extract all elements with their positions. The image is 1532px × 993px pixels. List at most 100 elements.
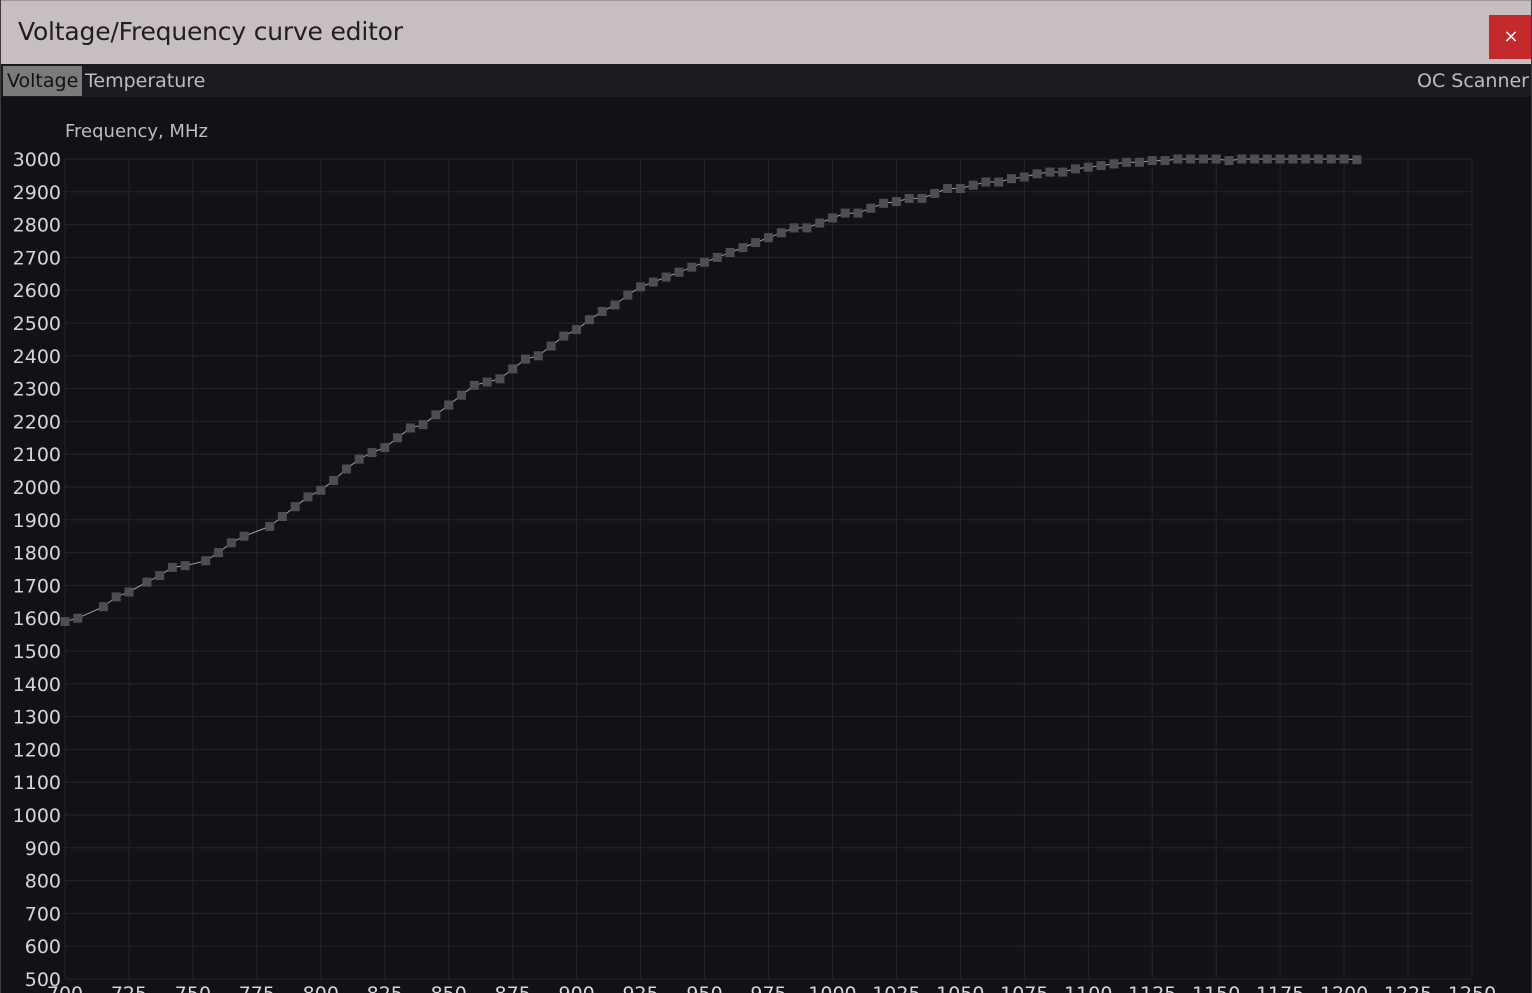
curve-point[interactable] bbox=[1109, 159, 1119, 169]
curve-point[interactable] bbox=[167, 562, 177, 572]
curve-point[interactable] bbox=[341, 464, 351, 474]
curve-point[interactable] bbox=[290, 502, 300, 512]
curve-point[interactable] bbox=[60, 617, 70, 626]
curve-point[interactable] bbox=[354, 454, 364, 464]
curve-point[interactable] bbox=[111, 592, 121, 602]
curve-point[interactable] bbox=[1326, 154, 1336, 164]
curve-point[interactable] bbox=[469, 380, 479, 390]
curve-point[interactable] bbox=[764, 233, 773, 243]
curve-point[interactable] bbox=[1032, 169, 1042, 179]
curve-point[interactable] bbox=[444, 400, 454, 410]
curve-point[interactable] bbox=[648, 277, 658, 287]
tab-voltage[interactable]: Voltage bbox=[3, 66, 83, 96]
curve-point[interactable] bbox=[1339, 154, 1349, 164]
curve-point[interactable] bbox=[968, 180, 978, 190]
curve-point[interactable] bbox=[712, 252, 722, 262]
curve-point[interactable] bbox=[636, 282, 646, 292]
curve-point[interactable] bbox=[380, 443, 390, 453]
curve-point[interactable] bbox=[214, 548, 223, 558]
curve-point[interactable] bbox=[661, 272, 671, 282]
tab-oc-scanner[interactable]: OC Scanner bbox=[1413, 66, 1531, 96]
curve-point[interactable] bbox=[1314, 154, 1323, 164]
curve-point[interactable] bbox=[994, 177, 1004, 187]
curve-point[interactable] bbox=[431, 410, 441, 420]
curve-point[interactable] bbox=[1275, 154, 1285, 164]
curve-point[interactable] bbox=[521, 354, 530, 364]
curve-point[interactable] bbox=[751, 238, 761, 248]
curve-point[interactable] bbox=[943, 184, 953, 193]
curve-point[interactable] bbox=[955, 184, 965, 193]
curve-point[interactable] bbox=[329, 475, 339, 485]
curve-point[interactable] bbox=[1173, 154, 1183, 164]
curve-point[interactable] bbox=[508, 364, 518, 374]
curve-point[interactable] bbox=[840, 208, 850, 218]
curve-point[interactable] bbox=[776, 228, 786, 238]
curve-point[interactable] bbox=[201, 556, 211, 566]
curve-point[interactable] bbox=[418, 420, 428, 430]
curve-point[interactable] bbox=[405, 423, 415, 433]
curve-point[interactable] bbox=[124, 587, 134, 597]
curve-point[interactable] bbox=[584, 315, 594, 325]
curve-point[interactable] bbox=[815, 218, 825, 228]
curve-point[interactable] bbox=[1071, 164, 1080, 174]
curve-point[interactable] bbox=[828, 213, 837, 223]
curve-point[interactable] bbox=[1301, 154, 1311, 164]
curve-point[interactable] bbox=[1096, 161, 1106, 171]
tab-temperature[interactable]: Temperature bbox=[81, 66, 209, 96]
curve-point[interactable] bbox=[674, 267, 684, 277]
curve-point[interactable] bbox=[1019, 172, 1029, 182]
curve-point[interactable] bbox=[1122, 157, 1132, 167]
curve-point[interactable] bbox=[1211, 154, 1221, 164]
curve-point[interactable] bbox=[1198, 154, 1208, 164]
curve-point[interactable] bbox=[623, 290, 633, 300]
curve-point[interactable] bbox=[610, 300, 620, 310]
curve-point[interactable] bbox=[367, 448, 377, 458]
curve-point[interactable] bbox=[1083, 162, 1093, 172]
vf-curve-chart[interactable]: 5006007008009001000110012001300140015001… bbox=[1, 97, 1532, 993]
curve-point[interactable] bbox=[1186, 154, 1196, 164]
curve-point[interactable] bbox=[559, 331, 569, 341]
curve-point[interactable] bbox=[1224, 156, 1234, 166]
curve-point[interactable] bbox=[738, 243, 748, 253]
curve-point[interactable] bbox=[700, 257, 709, 267]
curve-point[interactable] bbox=[1160, 156, 1170, 166]
curve-point[interactable] bbox=[853, 208, 863, 218]
curve-point[interactable] bbox=[1134, 157, 1144, 167]
curve-point[interactable] bbox=[155, 571, 165, 581]
curve-point[interactable] bbox=[572, 325, 582, 335]
curve-point[interactable] bbox=[277, 512, 287, 521]
curve-point[interactable] bbox=[981, 177, 991, 187]
title-bar[interactable]: Voltage/Frequency curve editor × bbox=[1, 0, 1531, 64]
curve-point[interactable] bbox=[1007, 174, 1016, 184]
curve-point[interactable] bbox=[1352, 155, 1362, 165]
curve-point[interactable] bbox=[687, 262, 697, 272]
curve-point[interactable] bbox=[265, 521, 275, 531]
curve-point[interactable] bbox=[930, 188, 940, 198]
curve-point[interactable] bbox=[802, 223, 812, 233]
curve-point[interactable] bbox=[866, 203, 876, 213]
curve-point[interactable] bbox=[316, 485, 326, 495]
curve-point[interactable] bbox=[239, 531, 249, 541]
curve-point[interactable] bbox=[1250, 154, 1260, 164]
curve-point[interactable] bbox=[1237, 154, 1247, 164]
curve-point[interactable] bbox=[879, 198, 889, 208]
curve-series[interactable] bbox=[60, 154, 1362, 627]
curve-point[interactable] bbox=[73, 613, 83, 623]
curve-point[interactable] bbox=[789, 223, 799, 233]
curve-point[interactable] bbox=[226, 538, 236, 548]
curve-point[interactable] bbox=[904, 193, 914, 203]
curve-point[interactable] bbox=[393, 433, 403, 443]
curve-point[interactable] bbox=[1262, 154, 1272, 164]
curve-point[interactable] bbox=[1045, 167, 1055, 177]
curve-point[interactable] bbox=[597, 307, 607, 316]
curve-point[interactable] bbox=[457, 390, 466, 400]
curve-point[interactable] bbox=[142, 577, 152, 587]
curve-point[interactable] bbox=[917, 193, 927, 203]
curve-point[interactable] bbox=[546, 341, 556, 351]
curve-point[interactable] bbox=[1058, 167, 1068, 177]
curve-point[interactable] bbox=[1147, 156, 1157, 166]
curve-point[interactable] bbox=[495, 374, 505, 384]
curve-point[interactable] bbox=[891, 197, 901, 207]
curve-point[interactable] bbox=[482, 377, 492, 387]
curve-point[interactable] bbox=[533, 351, 543, 361]
